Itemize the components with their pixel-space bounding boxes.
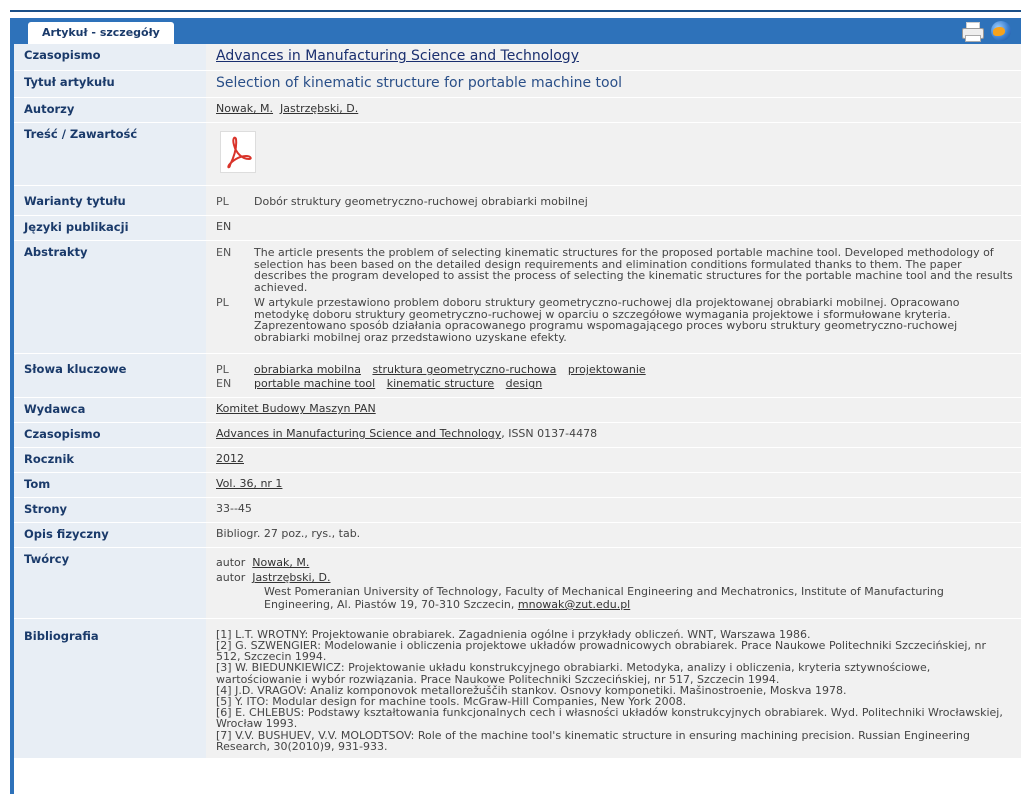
creator-role: autor: [216, 571, 246, 585]
row-creators: Twórcy autor Nowak, M. autor Jastrzębski…: [14, 547, 1021, 619]
article-details-panel: Artykuł - szczegóły Czasopismo Advances …: [10, 10, 1021, 794]
label-year: Rocznik: [14, 447, 206, 474]
row-languages: Języki publikacji EN: [14, 215, 1021, 241]
publication-language: EN: [206, 215, 1021, 241]
pdf-icon[interactable]: [220, 131, 256, 173]
label-bibliography: Bibliografia: [14, 618, 206, 760]
toolbar-icons: [961, 20, 1011, 42]
year-link[interactable]: 2012: [216, 452, 244, 465]
affiliation: West Pomeranian University of Technology…: [264, 585, 944, 612]
row-journal-issn: Czasopismo Advances in Manufacturing Sci…: [14, 422, 1021, 449]
keyword-link[interactable]: projektowanie: [568, 363, 646, 376]
tab-article-details[interactable]: Artykuł - szczegóły: [28, 22, 174, 44]
lang-code: PL: [216, 195, 229, 208]
physical-value: Bibliogr. 27 poz., rys., tab.: [206, 522, 1021, 549]
abstract-text: The article presents the problem of sele…: [254, 246, 1013, 294]
row-journal: Czasopismo Advances in Manufacturing Sci…: [14, 44, 1021, 71]
tab-bar: Artykuł - szczegóły: [10, 18, 1021, 44]
row-physical: Opis fizyczny Bibliogr. 27 poz., rys., t…: [14, 522, 1021, 549]
row-authors: Autorzy Nowak, M. Jastrzębski, D.: [14, 97, 1021, 123]
creator-link[interactable]: Jastrzębski, D.: [252, 571, 330, 584]
issn: , ISSN 0137-4478: [501, 427, 598, 441]
keyword-link[interactable]: kinematic structure: [387, 377, 494, 390]
label-title: Tytuł artykułu: [14, 70, 206, 98]
bibliography-item: [6] E. CHLEBUS: Podstawy kształtowania f…: [216, 706, 1003, 731]
label-physical: Opis fizyczny: [14, 522, 206, 549]
bibliography-item: [3] W. BIEDUNKIEWICZ: Projektowanie ukła…: [216, 661, 931, 686]
label-publisher: Wydawca: [14, 397, 206, 424]
label-journal: Czasopismo: [14, 422, 206, 449]
keyword-link[interactable]: obrabiarka mobilna: [254, 363, 361, 376]
creator-link[interactable]: Nowak, M.: [252, 556, 309, 569]
keyword-link[interactable]: struktura geometryczno-ruchowa: [372, 363, 556, 376]
row-pages: Strony 33--45: [14, 497, 1021, 524]
label-keywords: Słowa kluczowe: [14, 353, 206, 399]
label-pages: Strony: [14, 497, 206, 524]
row-content: Treść / Zawartość: [14, 122, 1021, 186]
abstract-en: EN The article presents the problem of s…: [216, 246, 1013, 294]
email-link[interactable]: mnowak@zut.edu.pl: [518, 598, 630, 611]
title-variant: Dobór struktury geometryczno-ruchowej ob…: [254, 195, 588, 208]
publisher-link[interactable]: Komitet Budowy Maszyn PAN: [216, 402, 376, 415]
label-authors: Autorzy: [14, 97, 206, 123]
row-volume: Tom Vol. 36, nr 1: [14, 472, 1021, 499]
article-title: Selection of kinematic structure for por…: [216, 75, 623, 91]
label-journal: Czasopismo: [14, 44, 206, 71]
top-border: [10, 10, 1021, 12]
keyword-link[interactable]: portable machine tool: [254, 377, 375, 390]
label-languages: Języki publikacji: [14, 215, 206, 241]
keyword-link[interactable]: design: [506, 377, 543, 390]
pages-value: 33--45: [206, 497, 1021, 524]
volume-link[interactable]: Vol. 36, nr 1: [216, 477, 282, 490]
row-abstracts: Abstrakty EN The article presents the pr…: [14, 240, 1021, 355]
journal-link[interactable]: Advances in Manufacturing Science and Te…: [216, 48, 579, 64]
row-title-variants: Warianty tytułu PL Dobór struktury geome…: [14, 185, 1021, 216]
journal-link[interactable]: Advances in Manufacturing Science and Te…: [216, 427, 501, 440]
creator-role: autor: [216, 556, 246, 570]
abstract-text: W artykule przestawiono problem doboru s…: [254, 296, 960, 344]
label-title-variants: Warianty tytułu: [14, 185, 206, 216]
author-link[interactable]: Nowak, M.: [216, 102, 273, 115]
label-content: Treść / Zawartość: [14, 122, 206, 186]
globe-icon[interactable]: [991, 21, 1011, 41]
label-abstracts: Abstrakty: [14, 240, 206, 355]
abstract-pl: PL W artykule przestawiono problem dobor…: [216, 297, 1013, 343]
bibliography-item: [2] G. SZWENGIER: Modelowanie i obliczen…: [216, 638, 986, 664]
row-title: Tytuł artykułu Selection of kinematic st…: [14, 70, 1021, 98]
metadata-table: Czasopismo Advances in Manufacturing Sci…: [14, 44, 1021, 760]
label-creators: Twórcy: [14, 547, 206, 619]
author-link[interactable]: Jastrzębski, D.: [280, 102, 358, 115]
label-volume: Tom: [14, 472, 206, 499]
row-keywords: Słowa kluczowe PL obrabiarka mobilna str…: [14, 353, 1021, 399]
row-bibliography: Bibliografia [1] L.T. WROTNY: Projektowa…: [14, 618, 1021, 760]
bibliography-item: [7] V.V. BUSHUEV, V.V. MOLODTSOV: Role o…: [216, 728, 970, 753]
row-year: Rocznik 2012: [14, 447, 1021, 474]
print-icon[interactable]: [961, 21, 984, 42]
row-publisher: Wydawca Komitet Budowy Maszyn PAN: [14, 397, 1021, 424]
